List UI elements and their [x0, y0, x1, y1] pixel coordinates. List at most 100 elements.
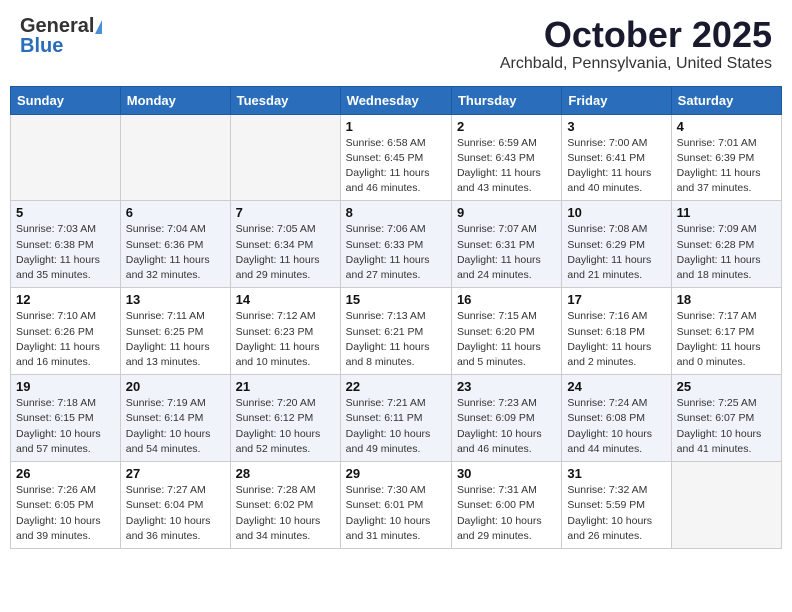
day-number: 6 — [126, 205, 225, 220]
calendar-cell: 7 Sunrise: 7:05 AM Sunset: 6:34 PM Daylig… — [230, 201, 340, 288]
day-detail: Sunrise: 6:58 AM Sunset: 6:45 PM Dayligh… — [346, 136, 446, 197]
day-number: 18 — [677, 292, 776, 307]
day-number: 19 — [16, 379, 115, 394]
logo: General Blue — [20, 15, 102, 58]
calendar-cell: 27Sunrise: 7:27 AM Sunset: 6:04 PM Dayli… — [120, 462, 230, 549]
weekday-header: Tuesday — [230, 86, 340, 114]
calendar-cell — [230, 114, 340, 201]
day-detail: Sunrise: 7:11 AM Sunset: 6:25 PM Dayligh… — [126, 309, 225, 370]
day-number: 17 — [567, 292, 665, 307]
day-detail: Sunrise: 7:12 AM Sunset: 6:23 PM Dayligh… — [236, 309, 335, 370]
title-section: October 2025 Archbald, Pennsylvania, Uni… — [500, 15, 772, 73]
weekday-header: Wednesday — [340, 86, 451, 114]
day-detail: Sunrise: 7:01 AM Sunset: 6:39 PM Dayligh… — [677, 136, 776, 197]
day-detail: Sunrise: 7:26 AM Sunset: 6:05 PM Dayligh… — [16, 483, 115, 544]
day-number: 1 — [346, 119, 446, 134]
day-detail: Sunrise: 7:15 AM Sunset: 6:20 PM Dayligh… — [457, 309, 556, 370]
calendar-cell: 14 Sunrise: 7:12 AM Sunset: 6:23 PM Dayli… — [230, 288, 340, 375]
month-title: October 2025 — [500, 15, 772, 55]
day-number: 21 — [236, 379, 335, 394]
page-header: General Blue October 2025 Archbald, Penn… — [10, 10, 782, 78]
calendar-cell: 15 Sunrise: 7:13 AM Sunset: 6:21 PM Dayli… — [340, 288, 451, 375]
day-detail: Sunrise: 7:21 AM Sunset: 6:11 PM Dayligh… — [346, 396, 446, 457]
day-detail: Sunrise: 7:07 AM Sunset: 6:31 PM Dayligh… — [457, 222, 556, 283]
day-detail: Sunrise: 7:24 AM Sunset: 6:08 PM Dayligh… — [567, 396, 665, 457]
calendar-cell — [120, 114, 230, 201]
day-number: 22 — [346, 379, 446, 394]
day-detail: Sunrise: 7:00 AM Sunset: 6:41 PM Dayligh… — [567, 136, 665, 197]
calendar-cell: 11 Sunrise: 7:09 AM Sunset: 6:28 PM Dayli… — [671, 201, 781, 288]
day-detail: Sunrise: 7:05 AM Sunset: 6:34 PM Dayligh… — [236, 222, 335, 283]
calendar-cell: 25 Sunrise: 7:25 AM Sunset: 6:07 PM Dayli… — [671, 375, 781, 462]
calendar-cell: 6 Sunrise: 7:04 AM Sunset: 6:36 PM Daylig… — [120, 201, 230, 288]
calendar-cell: 22 Sunrise: 7:21 AM Sunset: 6:11 PM Dayli… — [340, 375, 451, 462]
calendar-cell — [11, 114, 121, 201]
day-detail: Sunrise: 7:28 AM Sunset: 6:02 PM Dayligh… — [236, 483, 335, 544]
calendar-week-row: 19 Sunrise: 7:18 AM Sunset: 6:15 PM Dayli… — [11, 375, 782, 462]
day-number: 13 — [126, 292, 225, 307]
calendar-cell: 12 Sunrise: 7:10 AM Sunset: 6:26 PM Dayli… — [11, 288, 121, 375]
day-number: 3 — [567, 119, 665, 134]
day-detail: Sunrise: 7:04 AM Sunset: 6:36 PM Dayligh… — [126, 222, 225, 283]
day-number: 30 — [457, 466, 556, 481]
day-number: 10 — [567, 205, 665, 220]
day-number: 5 — [16, 205, 115, 220]
weekday-header: Saturday — [671, 86, 781, 114]
day-number: 16 — [457, 292, 556, 307]
calendar-header-row: SundayMondayTuesdayWednesdayThursdayFrid… — [11, 86, 782, 114]
day-detail: Sunrise: 7:06 AM Sunset: 6:33 PM Dayligh… — [346, 222, 446, 283]
day-detail: Sunrise: 7:20 AM Sunset: 6:12 PM Dayligh… — [236, 396, 335, 457]
day-detail: Sunrise: 7:10 AM Sunset: 6:26 PM Dayligh… — [16, 309, 115, 370]
calendar-week-row: 5Sunrise: 7:03 AM Sunset: 6:38 PM Daylig… — [11, 201, 782, 288]
calendar-cell: 20Sunrise: 7:19 AM Sunset: 6:14 PM Dayli… — [120, 375, 230, 462]
calendar-cell — [671, 462, 781, 549]
logo-line2: Blue — [20, 35, 63, 58]
location: Archbald, Pennsylvania, United States — [500, 55, 772, 73]
calendar-cell: 10Sunrise: 7:08 AM Sunset: 6:29 PM Dayli… — [562, 201, 671, 288]
day-detail: Sunrise: 7:09 AM Sunset: 6:28 PM Dayligh… — [677, 222, 776, 283]
calendar-cell: 28 Sunrise: 7:28 AM Sunset: 6:02 PM Dayli… — [230, 462, 340, 549]
calendar-cell: 4 Sunrise: 7:01 AM Sunset: 6:39 PM Daylig… — [671, 114, 781, 201]
logo-triangle-icon — [95, 20, 102, 34]
day-detail: Sunrise: 7:17 AM Sunset: 6:17 PM Dayligh… — [677, 309, 776, 370]
day-number: 28 — [236, 466, 335, 481]
calendar-cell: 31Sunrise: 7:32 AM Sunset: 5:59 PM Dayli… — [562, 462, 671, 549]
day-detail: Sunrise: 7:18 AM Sunset: 6:15 PM Dayligh… — [16, 396, 115, 457]
calendar-cell: 3 Sunrise: 7:00 AM Sunset: 6:41 PM Daylig… — [562, 114, 671, 201]
calendar-cell: 29 Sunrise: 7:30 AM Sunset: 6:01 PM Dayli… — [340, 462, 451, 549]
day-number: 7 — [236, 205, 335, 220]
calendar-week-row: 1 Sunrise: 6:58 AM Sunset: 6:45 PM Daylig… — [11, 114, 782, 201]
calendar-cell: 8 Sunrise: 7:06 AM Sunset: 6:33 PM Daylig… — [340, 201, 451, 288]
weekday-header: Monday — [120, 86, 230, 114]
day-number: 23 — [457, 379, 556, 394]
day-number: 15 — [346, 292, 446, 307]
day-detail: Sunrise: 7:27 AM Sunset: 6:04 PM Dayligh… — [126, 483, 225, 544]
day-number: 12 — [16, 292, 115, 307]
day-detail: Sunrise: 7:13 AM Sunset: 6:21 PM Dayligh… — [346, 309, 446, 370]
day-number: 2 — [457, 119, 556, 134]
calendar-cell: 23 Sunrise: 7:23 AM Sunset: 6:09 PM Dayli… — [451, 375, 561, 462]
day-detail: Sunrise: 7:32 AM Sunset: 5:59 PM Dayligh… — [567, 483, 665, 544]
day-detail: Sunrise: 7:23 AM Sunset: 6:09 PM Dayligh… — [457, 396, 556, 457]
calendar-week-row: 26 Sunrise: 7:26 AM Sunset: 6:05 PM Dayli… — [11, 462, 782, 549]
day-number: 25 — [677, 379, 776, 394]
day-number: 4 — [677, 119, 776, 134]
day-number: 8 — [346, 205, 446, 220]
calendar-cell: 24Sunrise: 7:24 AM Sunset: 6:08 PM Dayli… — [562, 375, 671, 462]
calendar-table: SundayMondayTuesdayWednesdayThursdayFrid… — [10, 86, 782, 549]
calendar-cell: 21 Sunrise: 7:20 AM Sunset: 6:12 PM Dayli… — [230, 375, 340, 462]
weekday-header: Friday — [562, 86, 671, 114]
day-detail: Sunrise: 7:25 AM Sunset: 6:07 PM Dayligh… — [677, 396, 776, 457]
calendar-cell: 13 Sunrise: 7:11 AM Sunset: 6:25 PM Dayli… — [120, 288, 230, 375]
calendar-cell: 1 Sunrise: 6:58 AM Sunset: 6:45 PM Daylig… — [340, 114, 451, 201]
day-number: 14 — [236, 292, 335, 307]
day-detail: Sunrise: 7:30 AM Sunset: 6:01 PM Dayligh… — [346, 483, 446, 544]
calendar-cell: 17Sunrise: 7:16 AM Sunset: 6:18 PM Dayli… — [562, 288, 671, 375]
day-number: 9 — [457, 205, 556, 220]
weekday-header: Sunday — [11, 86, 121, 114]
day-number: 11 — [677, 205, 776, 220]
day-number: 29 — [346, 466, 446, 481]
day-number: 26 — [16, 466, 115, 481]
day-detail: Sunrise: 6:59 AM Sunset: 6:43 PM Dayligh… — [457, 136, 556, 197]
calendar-cell: 19 Sunrise: 7:18 AM Sunset: 6:15 PM Dayli… — [11, 375, 121, 462]
